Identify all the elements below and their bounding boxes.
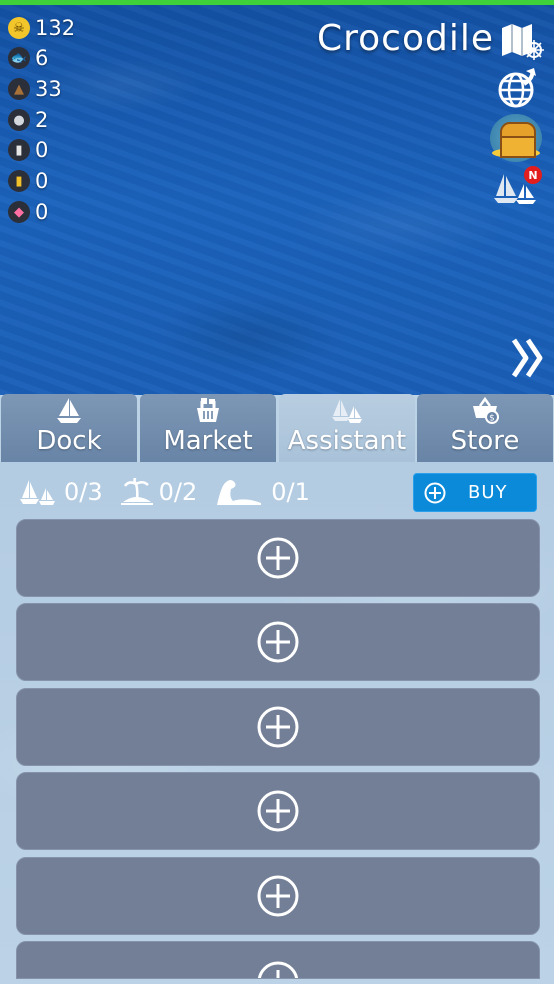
globe-icon[interactable] (496, 66, 540, 110)
tab-label: Dock (36, 426, 102, 456)
plus-circle-icon (424, 482, 446, 503)
ships-icon (20, 480, 55, 505)
monsters-count: 0/1 (215, 477, 310, 507)
treasure-chest-icon[interactable] (490, 114, 542, 162)
add-icon (257, 790, 299, 832)
location-title: Crocodile (317, 18, 494, 59)
resource-value: 0 (35, 200, 49, 224)
expand-chevron-icon[interactable] (510, 336, 546, 380)
resource-wood: ▲ 33 (8, 75, 62, 103)
resource-gold: ▮ 0 (8, 167, 48, 195)
resource-value: 2 (35, 108, 49, 132)
ships-count: 0/3 (20, 478, 103, 506)
islands-count-value: 0/2 (158, 478, 198, 506)
sea-monster-icon (217, 480, 262, 505)
tab-bar: Dock Market Assistant $ Store (0, 394, 554, 462)
tab-label: Assistant (287, 426, 407, 456)
assistant-slot[interactable] (16, 519, 540, 597)
sailboat-icon (57, 398, 81, 423)
map-icon[interactable] (500, 22, 544, 62)
add-icon (257, 621, 299, 663)
add-icon (257, 537, 299, 579)
islands-count: 0/2 (120, 478, 198, 506)
fleet-icon[interactable]: N (494, 166, 542, 206)
ocean-view[interactable] (0, 5, 554, 395)
tab-store[interactable]: $ Store (417, 394, 553, 462)
monsters-count-value: 0/1 (271, 478, 310, 506)
svg-text:$: $ (489, 414, 495, 424)
add-icon (257, 961, 299, 978)
fish-icon: 🐟 (8, 47, 30, 69)
add-icon (257, 875, 299, 917)
add-icon (257, 706, 299, 748)
resource-value: 0 (35, 169, 49, 193)
resource-value: 132 (35, 16, 76, 40)
assistant-counts: 0/3 0/2 0/1 (20, 474, 328, 510)
resource-stone: ● 2 (8, 106, 48, 134)
wood-icon: ▲ (8, 78, 30, 100)
tab-label: Store (450, 426, 520, 456)
ships-icon (332, 399, 362, 423)
basket-icon (197, 398, 219, 422)
resource-value: 0 (35, 138, 49, 162)
assistant-slot[interactable] (16, 941, 540, 979)
assistant-slot[interactable] (16, 688, 540, 766)
resource-coins: ☠ 132 (8, 14, 75, 42)
resource-fish: 🐟 6 (8, 44, 48, 72)
ships-count-value: 0/3 (64, 478, 103, 506)
stone-icon: ● (8, 109, 30, 131)
tab-dock[interactable]: Dock (1, 394, 137, 462)
iron-icon: ▮ (8, 139, 30, 161)
tab-label: Market (163, 426, 253, 456)
resource-value: 6 (35, 46, 49, 70)
tab-market[interactable]: Market (140, 394, 276, 462)
resource-iron: ▮ 0 (8, 136, 48, 164)
buy-label: BUY (468, 482, 508, 503)
assistant-slot[interactable] (16, 603, 540, 681)
skull-coin-icon: ☠ (8, 17, 30, 39)
tab-assistant[interactable]: Assistant (279, 394, 415, 462)
gold-icon: ▮ (8, 170, 30, 192)
cart-dollar-icon: $ (473, 396, 499, 424)
assistant-slot[interactable] (16, 857, 540, 935)
island-icon (120, 478, 153, 505)
resource-gem: ◆ 0 (8, 198, 48, 226)
buy-button[interactable]: BUY (413, 473, 537, 512)
assistant-slot[interactable] (16, 772, 540, 850)
gem-icon: ◆ (8, 201, 30, 223)
resource-value: 33 (35, 77, 62, 101)
notification-badge: N (524, 166, 542, 184)
